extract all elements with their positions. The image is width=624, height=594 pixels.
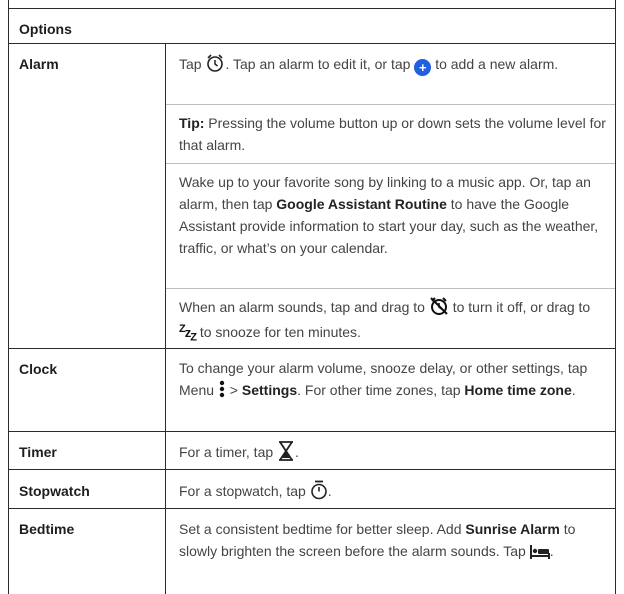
table-top-border [9,8,615,9]
bed-icon [529,545,550,559]
row-divider [166,288,615,289]
stopwatch-description: For a stopwatch, tap . [179,480,607,502]
header-divider [9,43,615,44]
row-divider [166,104,615,105]
hourglass-icon [279,441,294,461]
row-divider [9,469,615,470]
snooze-icon: ZzZ [179,323,197,344]
row-label-clock: Clock [19,361,58,377]
clock-description: To change your alarm volume, snooze dela… [179,360,588,398]
row-divider [9,431,615,432]
options-table: Options Alarm Tap . Tap an alarm to edit… [8,0,616,594]
timer-description: For a timer, tap . [179,441,607,463]
menu-icon [219,380,225,398]
add-icon: + [414,59,432,76]
column-divider [165,43,166,594]
alarm-off-icon [430,297,448,315]
alarm-paragraph-3: Wake up to your favorite song by linking… [179,174,599,256]
row-divider [9,348,615,349]
alarm-paragraph-4: When an alarm sounds, tap and drag to to… [179,296,607,349]
row-label-stopwatch: Stopwatch [19,483,90,499]
table-header: Options [19,21,72,37]
alarm-paragraph-1: Tap . Tap an alarm to edit it, or tap + … [179,53,607,76]
bedtime-description: Set a consistent bedtime for better slee… [179,521,576,559]
stopwatch-icon [310,480,327,500]
alarm-clock-icon [207,54,224,72]
alarm-tip: Tip: Pressing the volume button up or do… [179,115,606,153]
row-label-timer: Timer [19,444,57,460]
row-label-bedtime: Bedtime [19,521,75,537]
row-label-alarm: Alarm [19,56,59,72]
row-divider [9,508,615,509]
row-divider [166,163,615,164]
